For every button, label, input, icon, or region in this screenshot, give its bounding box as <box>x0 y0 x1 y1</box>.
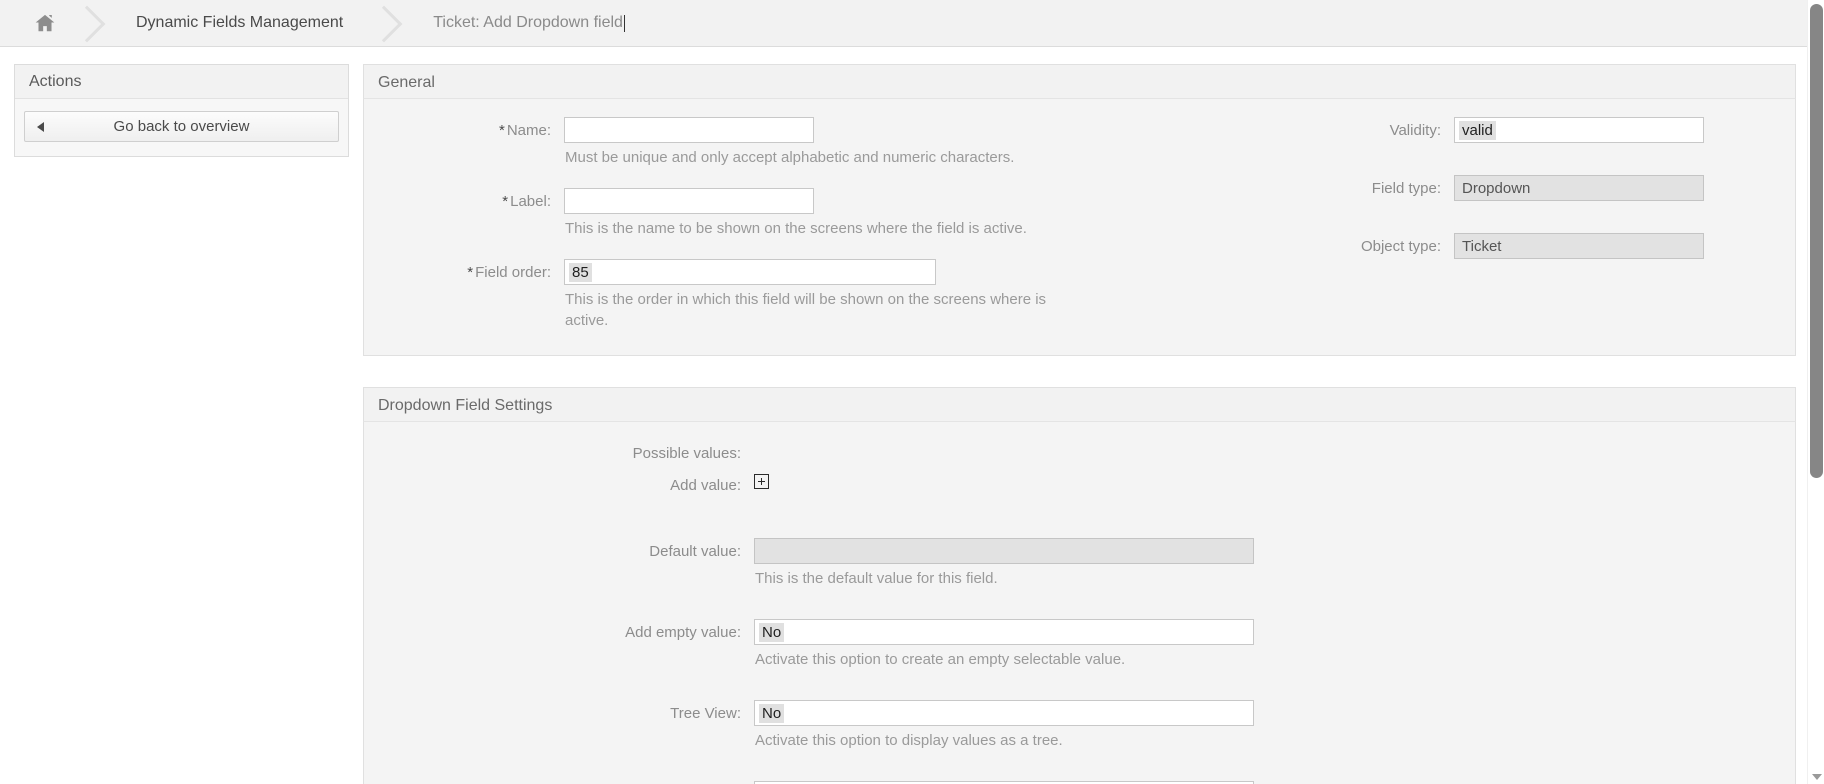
object-type-control: Ticket <box>1454 233 1795 259</box>
name-hint: Must be unique and only accept alphabeti… <box>565 149 1015 166</box>
sidebar: Actions Go back to overview <box>14 64 349 157</box>
general-right-column: Validity: valid Field type: Dropdown Obj… <box>1124 117 1795 335</box>
add-empty-value-control: No Activate this option to create an emp… <box>754 619 1795 670</box>
label-field-control: This is the name to be shown on the scre… <box>564 188 1124 239</box>
page-scrollbar[interactable] <box>1807 0 1824 784</box>
label-label-text: Label: <box>510 193 551 210</box>
go-back-to-overview-label: Go back to overview <box>113 118 250 135</box>
label-hint: This is the name to be shown on the scre… <box>565 220 1027 237</box>
validity-control: valid <box>1454 117 1795 143</box>
name-input[interactable] <box>564 117 814 143</box>
add-value-label-text: Add value: <box>670 477 741 494</box>
tree-view-hint: Activate this option to display values a… <box>755 732 1063 749</box>
possible-values-label-text: Possible values: <box>632 445 741 462</box>
actions-title: Actions <box>15 65 348 99</box>
possible-values-label: Possible values: <box>364 440 754 468</box>
validity-field-row: Validity: valid <box>1124 117 1795 145</box>
general-panel-title: General <box>363 64 1796 99</box>
label-label: * Label: <box>364 188 564 216</box>
object-type-value: Ticket <box>1462 237 1502 255</box>
breadcrumb-item-add-dropdown-field: Ticket: Add Dropdown field <box>403 0 651 46</box>
field-order-hint: This is the order in which this field wi… <box>565 291 1047 329</box>
required-marker: * <box>498 122 505 139</box>
general-panel-body: * Name: Must be unique and only accept al… <box>363 99 1796 356</box>
field-type-select: Dropdown <box>1454 175 1704 201</box>
go-back-to-overview-button[interactable]: Go back to overview <box>24 111 339 142</box>
default-value-label: Default value: <box>364 538 754 566</box>
label-input[interactable] <box>564 188 814 214</box>
add-empty-value-row: Add empty value: No Activate this option… <box>364 619 1795 670</box>
object-type-row: Object type: Ticket <box>1124 233 1795 261</box>
field-order-label: * Field order: <box>364 259 564 287</box>
field-order-label-text: Field order: <box>475 264 551 281</box>
add-value-row: Add value: <box>364 472 1795 500</box>
default-value-select <box>754 538 1254 564</box>
field-type-label-text: Field type: <box>1371 180 1441 197</box>
add-value-control <box>754 472 1795 489</box>
add-value-label: Add value: <box>364 472 754 500</box>
field-order-control: 85 This is the order in which this field… <box>564 259 1124 331</box>
breadcrumb-label: Dynamic Fields Management <box>136 14 344 31</box>
object-type-select: Ticket <box>1454 233 1704 259</box>
actions-body: Go back to overview <box>15 99 348 156</box>
field-type-row: Field type: Dropdown <box>1124 175 1795 203</box>
breadcrumb-home[interactable] <box>0 0 72 46</box>
general-panel: General * Name: Must be unique and only a… <box>363 64 1796 356</box>
breadcrumb-item-dynamic-fields-management[interactable]: Dynamic Fields Management <box>106 0 369 46</box>
field-type-label: Field type: <box>1124 175 1454 203</box>
field-order-row: * Field order: 85 This is the order in wh… <box>364 259 1124 331</box>
actions-widget: Actions Go back to overview <box>14 64 349 157</box>
dropdown-settings-title: Dropdown Field Settings <box>363 387 1796 422</box>
label-field-row: * Label: This is the name to be shown on … <box>364 188 1124 239</box>
dropdown-settings-panel: Dropdown Field Settings Possible values:… <box>363 387 1796 784</box>
general-left-column: * Name: Must be unique and only accept al… <box>364 117 1124 335</box>
validity-label-text: Validity: <box>1389 122 1441 139</box>
add-empty-value-label: Add empty value: <box>364 619 754 647</box>
add-empty-value-hint: Activate this option to create an empty … <box>755 651 1126 668</box>
object-type-label: Object type: <box>1124 233 1454 261</box>
possible-values-row: Possible values: <box>364 440 1795 468</box>
tree-view-select[interactable]: No <box>754 700 1254 726</box>
validity-value: valid <box>1459 120 1496 140</box>
tree-view-label: Tree View: <box>364 700 754 728</box>
validity-select[interactable]: valid <box>1454 117 1704 143</box>
field-order-value: 85 <box>569 262 592 282</box>
breadcrumb: Dynamic Fields Management Ticket: Add Dr… <box>0 0 1824 47</box>
default-value-hint: This is the default value for this field… <box>755 570 998 587</box>
field-type-value: Dropdown <box>1462 179 1531 197</box>
field-order-select[interactable]: 85 <box>564 259 936 285</box>
add-empty-value-value: No <box>759 622 785 642</box>
breadcrumb-label-current: Ticket: Add Dropdown field <box>433 14 623 31</box>
name-field-control: Must be unique and only accept alphabeti… <box>564 117 1124 168</box>
text-cursor <box>623 14 625 32</box>
add-empty-value-label-text: Add empty value: <box>625 624 741 641</box>
name-field-row: * Name: Must be unique and only accept al… <box>364 117 1124 168</box>
field-type-control: Dropdown <box>1454 175 1795 201</box>
required-marker: * <box>502 193 509 210</box>
main-content: General * Name: Must be unique and only a… <box>363 64 1796 784</box>
default-value-control: This is the default value for this field… <box>754 538 1795 589</box>
validity-label: Validity: <box>1124 117 1454 145</box>
chevron-down-icon[interactable] <box>1812 774 1822 780</box>
left-arrow-icon <box>37 121 44 132</box>
tree-view-label-text: Tree View: <box>670 705 741 722</box>
object-type-label-text: Object type: <box>1360 238 1441 255</box>
default-value-label-text: Default value: <box>649 543 741 560</box>
tree-view-row: Tree View: No Activate this option to di… <box>364 700 1795 751</box>
dropdown-settings-body: Possible values: Add value: Default valu… <box>363 422 1796 784</box>
home-icon <box>34 12 56 34</box>
add-empty-value-select[interactable]: No <box>754 619 1254 645</box>
breadcrumb-separator-2 <box>369 0 403 46</box>
name-label: * Name: <box>364 117 564 145</box>
required-marker: * <box>467 264 474 281</box>
plus-box-icon[interactable] <box>754 473 769 489</box>
scrollbar-thumb[interactable] <box>1810 4 1823 478</box>
tree-view-value: No <box>759 703 785 723</box>
tree-view-control: No Activate this option to display value… <box>754 700 1795 751</box>
default-value-row: Default value: This is the default value… <box>364 538 1795 589</box>
breadcrumb-separator-1 <box>72 0 106 46</box>
name-label-text: Name: <box>506 122 551 139</box>
